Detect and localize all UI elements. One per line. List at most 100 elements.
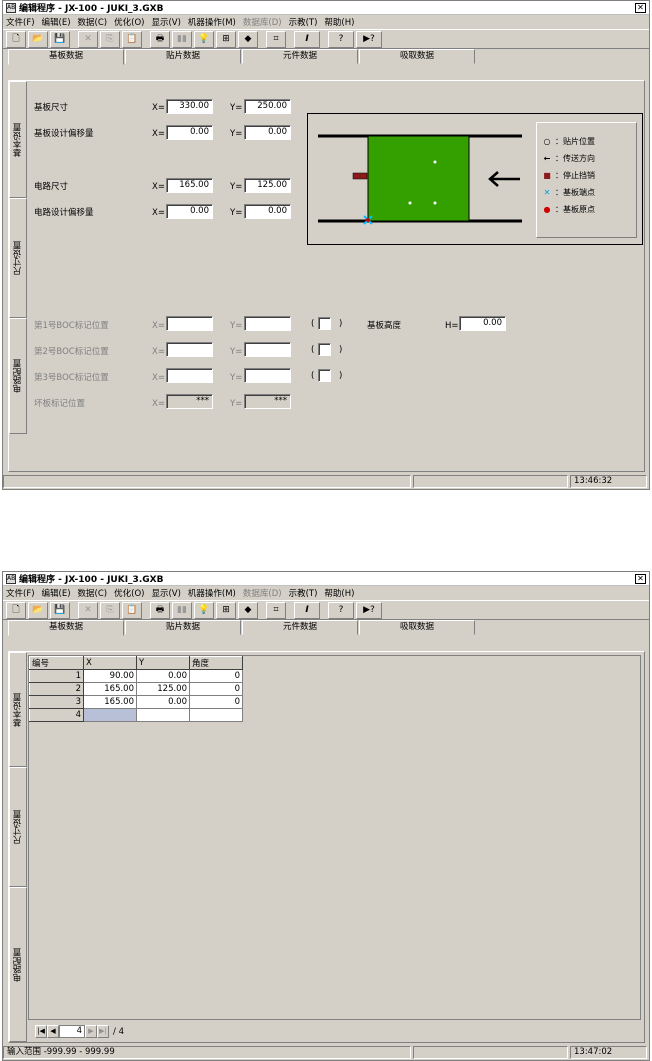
cell-y[interactable]: 0.00 [136, 695, 190, 709]
tab-board-data[interactable]: 基板数据 [8, 49, 124, 65]
sort-icon[interactable]: ⊞ [216, 601, 236, 619]
boc3-checkbox[interactable] [318, 369, 331, 382]
menu-teach[interactable]: 示教(T) [289, 587, 318, 599]
tab-placement-data[interactable]: 贴片数据 [125, 49, 241, 64]
menu-edit[interactable]: 编辑(E) [42, 16, 71, 28]
circuit-offset-x-input[interactable]: 0.00 [166, 204, 213, 219]
header-angle[interactable]: 角度 [189, 656, 243, 670]
bad-mark-y-input[interactable]: *** [244, 394, 291, 409]
mark-icon[interactable]: ⌗ [266, 30, 286, 48]
menu-edit[interactable]: 编辑(E) [42, 587, 71, 599]
header-x[interactable]: X [83, 656, 137, 670]
whats-this-icon[interactable]: ▶? [356, 601, 382, 619]
text-icon[interactable]: I [294, 601, 320, 619]
first-record-icon[interactable]: |◀ [35, 1025, 47, 1038]
board-height-input[interactable]: 0.00 [459, 316, 506, 331]
whats-this-icon[interactable]: ▶? [356, 30, 382, 48]
cell-y[interactable]: 0.00 [136, 669, 190, 683]
prev-record-icon[interactable]: ◀ [47, 1025, 59, 1038]
close-icon[interactable]: ✕ [635, 2, 646, 13]
save-icon[interactable]: 💾 [50, 30, 70, 48]
new-file-icon[interactable]: 🗋 [6, 30, 26, 48]
close-icon[interactable]: ✕ [635, 573, 646, 584]
side-tab-size[interactable]: 尺寸设置 [9, 198, 27, 318]
menu-teach[interactable]: 示教(T) [289, 16, 318, 28]
side-tab-basic[interactable]: 基本设置 [9, 652, 27, 767]
menu-machine[interactable]: 机器操作(M) [188, 587, 236, 599]
lightbulb-icon[interactable]: 💡 [194, 601, 214, 619]
cut-icon[interactable]: ✕ [78, 601, 98, 619]
menu-optimize[interactable]: 优化(O) [114, 587, 144, 599]
cell-x[interactable]: 90.00 [83, 669, 137, 683]
row-number[interactable]: 2 [29, 682, 84, 696]
text-icon[interactable]: I [294, 30, 320, 48]
circuit-size-x-input[interactable]: 165.00 [166, 178, 213, 193]
cell-angle[interactable]: 0 [189, 669, 243, 683]
save-icon[interactable]: 💾 [50, 601, 70, 619]
side-tab-circuit[interactable]: 电路配置 [9, 318, 27, 434]
table-row[interactable]: 1 90.00 0.00 0 [29, 669, 243, 683]
table-row[interactable]: 3 165.00 0.00 0 [29, 695, 243, 709]
tab-pickup-data[interactable]: 吸取数据 [359, 49, 475, 64]
boc1-x-input[interactable] [166, 316, 213, 331]
board-offset-y-input[interactable]: 0.00 [244, 125, 291, 140]
boc1-checkbox[interactable] [318, 317, 331, 330]
board-size-y-input[interactable]: 250.00 [244, 99, 291, 114]
lightbulb-icon[interactable]: 💡 [194, 30, 214, 48]
cell-y[interactable] [136, 708, 190, 722]
cell-angle[interactable]: 0 [189, 695, 243, 709]
find-icon[interactable]: ▮▮ [172, 601, 192, 619]
tab-component-data[interactable]: 元件数据 [242, 620, 358, 635]
next-record-icon[interactable]: ▶ [85, 1025, 97, 1038]
cell-x-selected[interactable] [83, 708, 137, 722]
boc2-y-input[interactable] [244, 342, 291, 357]
menu-view[interactable]: 显示(V) [151, 16, 180, 28]
print-icon[interactable]: 🖶 [150, 601, 170, 619]
components-icon[interactable]: ◆ [238, 601, 258, 619]
record-index-input[interactable]: 4 [59, 1025, 85, 1038]
menu-optimize[interactable]: 优化(O) [114, 16, 144, 28]
copy-icon[interactable]: ⎘ [100, 30, 120, 48]
open-folder-icon[interactable]: 📂 [28, 601, 48, 619]
open-folder-icon[interactable]: 📂 [28, 30, 48, 48]
sort-icon[interactable]: ⊞ [216, 30, 236, 48]
tab-component-data[interactable]: 元件数据 [242, 49, 358, 64]
tab-pickup-data[interactable]: 吸取数据 [359, 620, 475, 635]
menu-file[interactable]: 文件(F) [6, 587, 35, 599]
menu-file[interactable]: 文件(F) [6, 16, 35, 28]
row-number[interactable]: 4 [29, 708, 84, 722]
help-icon[interactable]: ? [328, 601, 354, 619]
menu-help[interactable]: 帮助(H) [324, 587, 354, 599]
boc3-x-input[interactable] [166, 368, 213, 383]
side-tab-circuit[interactable]: 电路配置 [9, 887, 27, 1042]
menu-machine[interactable]: 机器操作(M) [188, 16, 236, 28]
header-y[interactable]: Y [136, 656, 190, 670]
header-number[interactable]: 编号 [29, 656, 84, 670]
paste-icon[interactable]: 📋 [122, 601, 142, 619]
menu-data[interactable]: 数据(C) [78, 16, 108, 28]
menu-data[interactable]: 数据(C) [78, 587, 108, 599]
components-icon[interactable]: ◆ [238, 30, 258, 48]
boc1-y-input[interactable] [244, 316, 291, 331]
row-number[interactable]: 3 [29, 695, 84, 709]
circuit-offset-y-input[interactable]: 0.00 [244, 204, 291, 219]
menu-view[interactable]: 显示(V) [151, 587, 180, 599]
new-file-icon[interactable]: 🗋 [6, 601, 26, 619]
boc3-y-input[interactable] [244, 368, 291, 383]
mark-icon[interactable]: ⌗ [266, 601, 286, 619]
menu-help[interactable]: 帮助(H) [324, 16, 354, 28]
cell-x[interactable]: 165.00 [83, 682, 137, 696]
boc2-checkbox[interactable] [318, 343, 331, 356]
cut-icon[interactable]: ✕ [78, 30, 98, 48]
boc2-x-input[interactable] [166, 342, 213, 357]
side-tab-basic[interactable]: 基本设置 [9, 81, 27, 198]
tab-board-data[interactable]: 基板数据 [8, 620, 124, 636]
table-row[interactable]: 2 165.00 125.00 0 [29, 682, 243, 696]
row-number[interactable]: 1 [29, 669, 84, 683]
paste-icon[interactable]: 📋 [122, 30, 142, 48]
side-tab-size[interactable]: 尺寸设置 [9, 767, 27, 887]
print-icon[interactable]: 🖶 [150, 30, 170, 48]
find-icon[interactable]: ▮▮ [172, 30, 192, 48]
table-row[interactable]: 4 [29, 708, 243, 722]
cell-angle[interactable] [189, 708, 243, 722]
